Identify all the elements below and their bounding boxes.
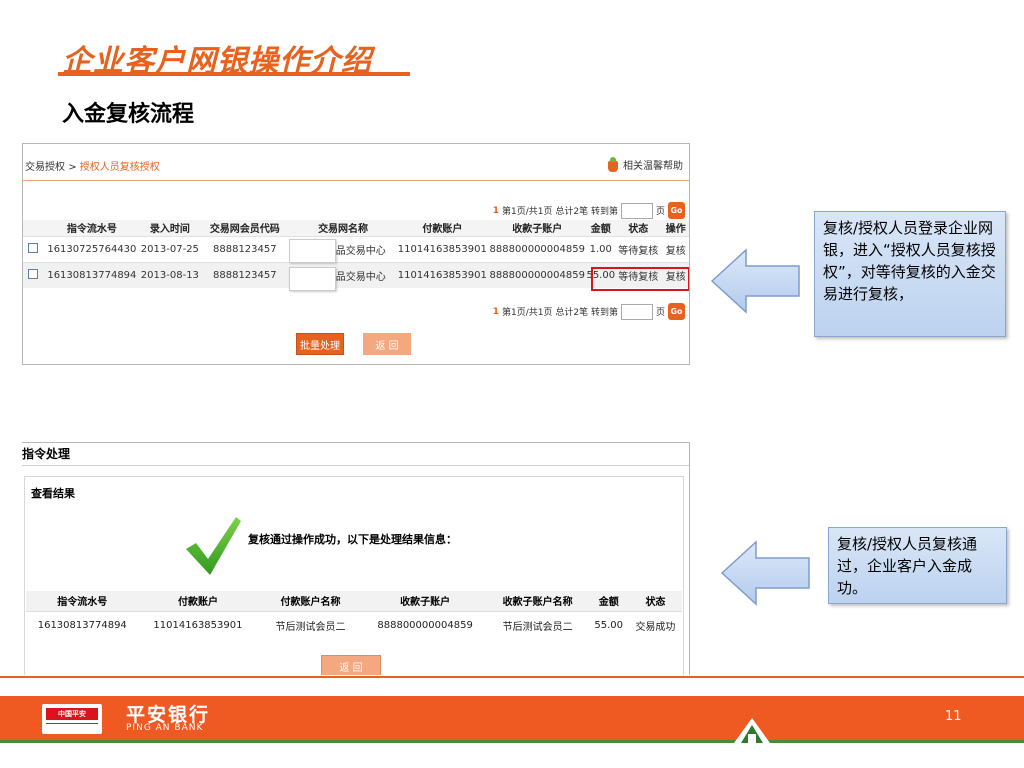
pager-suffix: 页 [655, 207, 665, 217]
status: 交易成功 [635, 621, 676, 633]
table-header-row: 指令流水号 付款账户 付款账户名称 收款子账户 收款子账户名称 金额 状态 [26, 591, 682, 612]
row-checkbox[interactable] [28, 242, 39, 253]
page-jump-input[interactable] [620, 202, 653, 219]
redaction-box [289, 239, 336, 263]
page-jump-input[interactable] [620, 303, 653, 320]
left-arrow-icon [720, 540, 810, 606]
member-code: 8888123457 [199, 261, 291, 288]
title-underline [58, 72, 410, 76]
left-arrow-icon [710, 248, 800, 314]
col-header: 付款账户 [395, 220, 489, 236]
sub-account: 888800000004859 [488, 235, 586, 262]
help-label: 相关温馨帮助 [623, 161, 683, 172]
sub-account: 888800000004859 [488, 261, 586, 288]
logo-text: 中国平安 [46, 708, 98, 720]
review-link[interactable]: 复核 [660, 235, 689, 262]
entry-date: 2013-07-25 [140, 235, 200, 262]
col-header: 收款子账户 [488, 220, 586, 236]
success-check-icon [186, 517, 241, 575]
col-header: 收款子账户 [363, 591, 487, 612]
col-header: 操作 [660, 220, 689, 236]
breadcrumb: 交易授权 > 授权人员复核授权 [25, 158, 160, 173]
breadcrumb-current: 授权人员复核授权 [79, 162, 160, 173]
status: 等待复核 [615, 235, 661, 262]
pager-text: 第1页/共1页 总计2笔 转到第 [502, 308, 618, 318]
pay-account: 11014163853901 [153, 619, 243, 631]
amount: 55.00 [594, 619, 624, 631]
pager-suffix: 页 [655, 308, 665, 318]
serial-link[interactable]: 16130725764430 [43, 235, 141, 262]
result-subheader: 查看结果 [31, 487, 75, 500]
col-header: 状态 [628, 591, 682, 612]
breadcrumb-separator: > [68, 162, 77, 173]
serial-link[interactable]: 16130813774894 [43, 261, 141, 288]
review-table: 指令流水号 录入时间 交易网会员代码 交易网名称 付款账户 收款子账户 金额 状… [23, 220, 689, 288]
redaction-box [289, 267, 336, 291]
col-header: 交易网会员代码 [199, 220, 291, 236]
col-header: 状态 [615, 220, 661, 236]
brand-name-en: PING AN BANK [126, 723, 204, 733]
serial: 16130813774894 [37, 619, 127, 631]
success-message: 复核通过操作成功，以下是处理结果信息： [248, 533, 457, 546]
footer-bottom-line [0, 740, 1024, 743]
col-header: 交易网名称 [290, 220, 396, 236]
col-header: 录入时间 [140, 220, 200, 236]
col-header [23, 220, 44, 236]
back-button[interactable]: 返 回 [363, 333, 411, 355]
amount: 1.00 [585, 235, 616, 262]
result-table: 指令流水号 付款账户 付款账户名称 收款子账户 收款子账户名称 金额 状态 16… [26, 591, 682, 639]
col-header: 付款账户 [138, 591, 258, 612]
instruction-header: 指令处理 [22, 447, 71, 461]
sub-account-name: 节后测试会员二 [502, 621, 573, 633]
col-header: 金额 [588, 591, 629, 612]
table-header-row: 指令流水号 录入时间 交易网会员代码 交易网名称 付款账户 收款子账户 金额 状… [23, 220, 689, 236]
footer-top-line [0, 676, 1024, 678]
page-number: 11 [945, 709, 962, 724]
col-header: 指令流水号 [26, 591, 139, 612]
pager-page: 1 [492, 205, 500, 216]
go-button[interactable]: Go [668, 202, 685, 219]
pay-account-name: 节后测试会员二 [275, 621, 346, 633]
ping-an-logo: 中国平安 [42, 704, 102, 734]
row-checkbox[interactable] [28, 268, 39, 279]
review-list-screenshot: 交易授权 > 授权人员复核授权 相关温馨帮助 1 第1页/共1页 总计2笔 转到… [22, 143, 690, 365]
callout-deposit-success: 复核/授权人员复核通过，企业客户入金成功。 [828, 527, 1007, 604]
col-header: 付款账户名称 [257, 591, 364, 612]
pay-account: 11014163853901 [395, 261, 489, 288]
header-divider [22, 465, 689, 466]
help-pot-icon [607, 157, 619, 172]
member-code: 8888123457 [199, 235, 291, 262]
callout-login-review: 复核/授权人员登录企业网银，进入“授权人员复核授权”，对等待复核的入金交易进行复… [814, 211, 1006, 337]
review-result-screenshot: 指令处理 查看结果 复核通过操作成功，以下是处理结果信息： 指令流水号 付款账户… [22, 442, 690, 675]
col-header: 收款子账户名称 [486, 591, 589, 612]
pay-account: 11014163853901 [395, 235, 489, 262]
go-button[interactable]: Go [668, 303, 685, 320]
breadcrumb-parent[interactable]: 交易授权 [25, 162, 65, 173]
highlight-frame [591, 267, 689, 291]
col-header: 指令流水号 [43, 220, 141, 236]
sub-account: 888800000004859 [377, 619, 473, 631]
pager-text: 第1页/共1页 总计2笔 转到第 [502, 207, 618, 217]
table-row: 16130725764430 2013-07-25 8888123457 商品交… [23, 235, 689, 262]
header-divider [23, 180, 689, 181]
pager-page: 1 [492, 306, 500, 317]
pager-bottom: 1 第1页/共1页 总计2笔 转到第 页 Go [493, 303, 685, 320]
section-title: 入金复核流程 [62, 102, 195, 127]
table-row: 16130813774894 11014163853901 节后测试会员二 88… [26, 611, 682, 639]
help-link[interactable]: 相关温馨帮助 [607, 157, 683, 172]
result-panel [24, 476, 684, 675]
batch-process-button[interactable]: 批量处理 [296, 333, 344, 355]
back-button[interactable]: 返 回 [321, 655, 381, 675]
col-header: 金额 [585, 220, 616, 236]
entry-date: 2013-08-13 [140, 261, 200, 288]
house-logo-icon [734, 718, 770, 743]
table-row: 16130813774894 2013-08-13 8888123457 商品交… [23, 261, 689, 288]
pager-top: 1 第1页/共1页 总计2笔 转到第 页 Go [493, 202, 685, 219]
